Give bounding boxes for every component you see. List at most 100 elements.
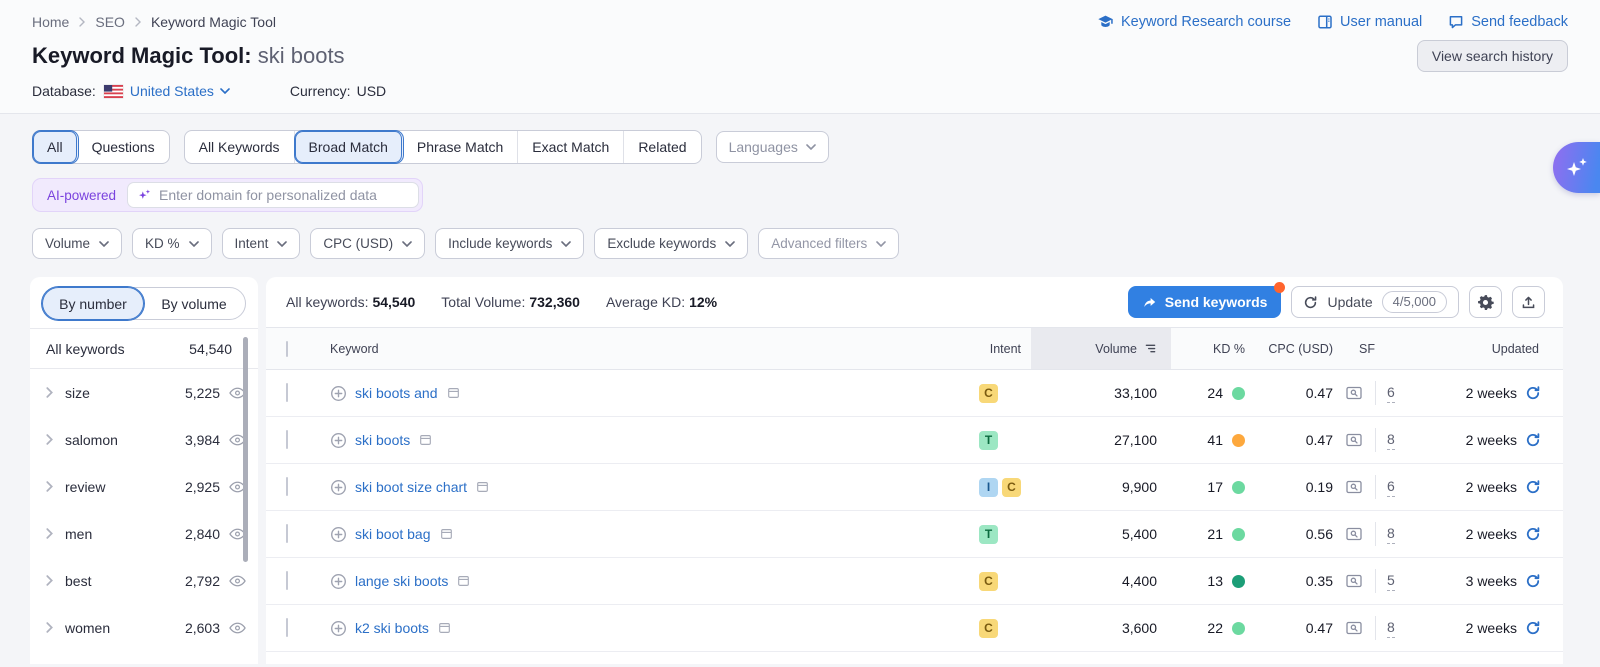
serp-window-icon[interactable] [475,480,490,494]
database-selector[interactable]: United States [130,83,230,99]
intent-filter-dropdown[interactable]: Intent [222,228,301,259]
refresh-icon[interactable] [1525,620,1541,636]
tab-related[interactable]: Related [624,131,700,163]
row-checkbox[interactable] [286,524,288,543]
refresh-icon[interactable] [1525,573,1541,589]
updated-column-header[interactable]: Updated [1403,342,1543,356]
add-keyword-icon[interactable] [330,479,347,496]
row-checkbox[interactable] [286,383,288,402]
sf-count[interactable]: 6 [1387,478,1395,497]
by-number-toggle[interactable]: By number [42,287,144,320]
row-checkbox[interactable] [286,618,288,637]
update-button[interactable]: Update 4/5,000 [1291,286,1459,318]
group-item-men[interactable]: men 2,840 [30,510,258,557]
languages-dropdown[interactable]: Languages [716,131,829,163]
table-settings-button[interactable] [1469,286,1502,318]
total-volume-stat-value: 732,360 [529,294,580,310]
by-volume-toggle[interactable]: By volume [143,288,245,319]
serp-window-icon[interactable] [437,621,452,635]
serp-preview-icon[interactable] [1345,620,1363,636]
intent-badge-informational[interactable]: I [979,478,998,497]
user-manual-link[interactable]: User manual [1317,14,1422,30]
select-all-checkbox[interactable] [286,341,288,357]
group-item-best[interactable]: best 2,792 [30,557,258,604]
row-checkbox[interactable] [286,477,288,496]
row-checkbox[interactable] [286,430,288,449]
tab-questions[interactable]: Questions [78,131,169,163]
exclude-keywords-dropdown[interactable]: Exclude keywords [594,228,748,259]
intent-badge-transactional[interactable]: T [979,431,998,450]
cpc-column-header[interactable]: CPC (USD) [1257,342,1345,356]
sf-count[interactable]: 8 [1387,619,1395,638]
sf-count[interactable]: 5 [1387,572,1395,591]
group-item-salomon[interactable]: salomon 3,984 [30,416,258,463]
sf-count[interactable]: 8 [1387,525,1395,544]
keyword-research-course-link[interactable]: Keyword Research course [1097,14,1291,30]
serp-window-icon[interactable] [418,433,433,447]
eye-icon[interactable] [229,622,246,634]
updated-value: 2 weeks [1466,620,1517,636]
serp-window-icon[interactable] [439,527,454,541]
send-feedback-link[interactable]: Send feedback [1448,14,1568,30]
intent-badge-commercial[interactable]: C [979,619,998,638]
intent-badge-commercial[interactable]: C [979,572,998,591]
ai-assistant-button[interactable] [1553,142,1600,193]
keyword-link[interactable]: k2 ski boots [355,620,429,636]
domain-input[interactable] [159,187,409,203]
add-keyword-icon[interactable] [330,573,347,590]
export-button[interactable] [1512,286,1545,318]
intent-badge-commercial[interactable]: C [979,384,998,403]
sf-count[interactable]: 6 [1387,384,1395,403]
tab-exact-match[interactable]: Exact Match [518,131,624,163]
serp-preview-icon[interactable] [1345,479,1363,495]
serp-preview-icon[interactable] [1345,432,1363,448]
keyword-link[interactable]: lange ski boots [355,573,448,589]
refresh-icon[interactable] [1525,479,1541,495]
serp-preview-icon[interactable] [1345,573,1363,589]
serp-window-icon[interactable] [446,386,461,400]
tab-all-keywords[interactable]: All Keywords [185,131,295,163]
all-keywords-row[interactable]: All keywords 54,540 [30,328,258,369]
refresh-icon[interactable] [1525,432,1541,448]
refresh-icon[interactable] [1525,526,1541,542]
serp-preview-icon[interactable] [1345,526,1363,542]
send-keywords-button[interactable]: Send keywords [1128,286,1282,318]
eye-icon[interactable] [229,575,246,587]
group-item-women[interactable]: women 2,603 [30,604,258,651]
tab-phrase-match[interactable]: Phrase Match [403,131,518,163]
group-item-review[interactable]: review 2,925 [30,463,258,510]
serp-window-icon[interactable] [456,574,471,588]
advanced-filters-dropdown[interactable]: Advanced filters [758,228,899,259]
add-keyword-icon[interactable] [330,620,347,637]
include-keywords-dropdown[interactable]: Include keywords [435,228,584,259]
tab-broad-match[interactable]: Broad Match [295,131,403,163]
intent-badge-transactional[interactable]: T [979,525,998,544]
add-keyword-icon[interactable] [330,526,347,543]
sf-count[interactable]: 8 [1387,431,1395,450]
keyword-link[interactable]: ski boots [355,432,410,448]
keyword-link[interactable]: ski boot size chart [355,479,467,495]
cpc-filter-dropdown[interactable]: CPC (USD) [310,228,425,259]
sf-column-header[interactable]: SF [1345,342,1403,356]
row-checkbox[interactable] [286,571,288,590]
keyword-link[interactable]: ski boot bag [355,526,431,542]
sidebar-scrollbar[interactable] [243,337,248,562]
kd-column-header[interactable]: KD % [1171,342,1257,356]
kd-filter-dropdown[interactable]: KD % [132,228,212,259]
tab-all[interactable]: All [33,131,78,163]
add-keyword-icon[interactable] [330,432,347,449]
volume-filter-dropdown[interactable]: Volume [32,228,122,259]
view-search-history-button[interactable]: View search history [1417,40,1568,72]
kd-value: 24 [1207,385,1223,401]
keyword-column-header[interactable]: Keyword [330,342,967,356]
breadcrumb-home[interactable]: Home [32,14,69,30]
group-item-size[interactable]: size 5,225 [30,369,258,416]
keyword-link[interactable]: ski boots and [355,385,438,401]
intent-badge-commercial[interactable]: C [1002,478,1021,497]
intent-column-header[interactable]: Intent [967,342,1031,356]
serp-preview-icon[interactable] [1345,385,1363,401]
add-keyword-icon[interactable] [330,385,347,402]
volume-column-header[interactable]: Volume [1031,328,1171,369]
breadcrumb-seo[interactable]: SEO [95,14,125,30]
refresh-icon[interactable] [1525,385,1541,401]
